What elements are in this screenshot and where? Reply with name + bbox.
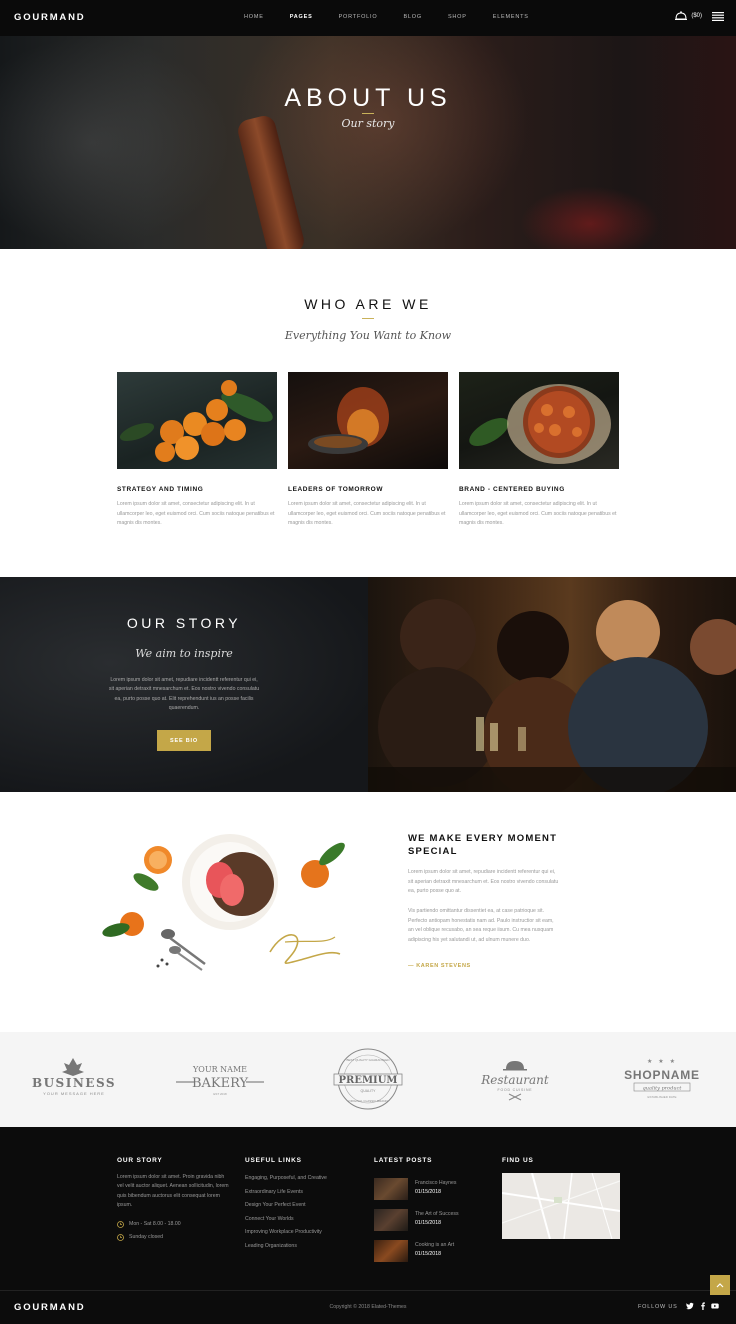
card-text-strategy: Lorem ipsum dolor sit amet, consectetur … [117,501,275,527]
footer-link[interactable]: Engaging, Purposeful, and Creative [245,1175,327,1181]
post-thumbnail[interactable] [374,1178,408,1200]
footer-closed: Sunday closed [129,1234,164,1240]
shopname-logo-text: SHOPNAME [624,1068,700,1082]
clock-icon [117,1221,124,1228]
moment-paragraph-1: Lorem ipsum dolor sit amet, repudiare in… [408,869,559,895]
bakery-logo-subtext: EST 2018 [213,1092,227,1096]
page-subtitle: Our story [341,117,395,130]
youtube-icon[interactable] [711,1302,719,1310]
post-date: 01/15/2018 [415,1189,441,1195]
moment-paragraph-2: Vis partiendo omittantur dissentiet ea, … [408,908,554,943]
premium-ring-bottom: ORIGINAL CLASSIC BRAND [348,1099,388,1103]
nav-portfolio[interactable]: PORTFOLIO [339,14,378,20]
footer-link[interactable]: Extraordinary Life Events [245,1189,303,1195]
hero-cloth-shade [520,186,660,249]
post-thumbnail[interactable] [374,1209,408,1231]
top-nav: GOURMAND HOME PAGES PORTFOLIO BLOG SHOP … [0,0,736,36]
cloche-icon[interactable] [675,11,688,21]
business-logo-subtext: YOUR MESSAGE HERE [43,1091,105,1096]
premium-ring-top: BEST QUALITY GUARANTEED [346,1058,390,1062]
premium-logo-text: PREMIUM [339,1075,398,1086]
card-title-leaders: LEADERS OF TOMORROW [288,486,384,493]
footer-our-story-text: Lorem ipsum dolor sit amet. Proin gravid… [117,1174,229,1209]
who-title: WHO ARE WE [304,296,432,312]
premium-logo: BEST QUALITY GUARANTEED PREMIUM QUALITY … [333,1048,403,1110]
dinner-photo [368,577,736,792]
hero-banner [0,36,736,249]
shopname-logo-tag: ESTABLISHED DATE [647,1095,676,1099]
back-to-top-button[interactable] [710,1275,730,1295]
clock-icon [117,1234,124,1241]
who-divider [362,318,374,319]
story-title: OUR STORY [126,615,242,631]
copyright: Copyright © 2018 Elated-Themes [329,1304,407,1310]
post-date: 01/15/2018 [415,1220,441,1226]
flambe-image [288,372,448,469]
shopname-logo: ★ ★ ★ SHOPNAME quality product ESTABLISH… [624,1058,700,1099]
card-text-leaders: Lorem ipsum dolor sit amet, consectetur … [288,501,446,527]
story-script: We aim to inspire [135,647,233,660]
card-title-brand: BRAND - CENTERED BUYING [459,486,565,493]
food-illustration [102,834,345,971]
footer-link[interactable]: Connect Your Worlds [245,1216,294,1222]
moment-title-line1: WE MAKE EVERY MOMENT [408,833,558,844]
pizza-image [459,372,619,469]
page-title: ABOUT US [284,84,452,112]
post-title[interactable]: Cooking is an Art [415,1242,454,1248]
nav-pages[interactable]: PAGES [290,14,313,20]
premium-logo-subtext: QUALITY [361,1089,377,1093]
card-title-strategy: STRATEGY AND TIMING [117,486,204,493]
nav-elements[interactable]: ELEMENTS [493,14,529,20]
card-text-brand: Lorem ipsum dolor sit amet, consectetur … [459,501,617,527]
svg-text:★ ★ ★: ★ ★ ★ [647,1058,677,1065]
moment-title: WE MAKE EVERY MOMENT SPECIAL [408,832,557,858]
footer-useful-links-title: USEFUL LINKS [245,1157,302,1164]
nav-shop[interactable]: SHOP [448,14,467,20]
oranges-image [117,372,277,469]
business-logo-text: BUSINESS [32,1076,116,1090]
business-logo: BUSINESS YOUR MESSAGE HERE [32,1058,116,1096]
footer-our-story-title: OUR STORY [117,1157,163,1164]
story-text: Lorem ipsum dolor sit amet, repudiare in… [108,677,260,712]
twitter-icon[interactable] [686,1302,694,1310]
post-thumbnail[interactable] [374,1240,408,1262]
location-map[interactable] [502,1173,620,1239]
restaurant-logo-text: Restaurant [480,1073,549,1087]
facebook-icon[interactable] [699,1302,707,1310]
hero-machine-shade [0,36,230,249]
footer-latest-posts-title: LATEST POSTS [374,1157,433,1164]
footer-find-us-title: FIND US [502,1157,534,1164]
restaurant-logo: Restaurant FOOD CUISINE [480,1061,549,1101]
follow-us-label: FOLLOW US [638,1304,678,1310]
restaurant-logo-subtext: FOOD CUISINE [498,1088,533,1092]
post-date: 01/15/2018 [415,1251,441,1257]
nav-actions: ($0) [675,11,724,21]
footer-link[interactable]: Design Your Perfect Event [245,1202,306,1208]
post-title[interactable]: The Art of Success [415,1211,459,1217]
nav-home[interactable]: HOME [244,14,264,20]
partner-logos: BUSINESS YOUR MESSAGE HERE YOUR NAME BAK… [0,1032,736,1127]
chevron-up-icon [716,1283,724,1288]
bakery-logo: YOUR NAME BAKERY EST 2018 [176,1065,264,1096]
see-bio-button[interactable]: SEE BIO [157,730,211,751]
bakery-logo-top: YOUR NAME [192,1065,247,1074]
shopname-logo-subtext: quality product [643,1086,683,1092]
main-menu: HOME PAGES PORTFOLIO BLOG SHOP ELEMENTS [244,14,555,20]
bakery-logo-text: BAKERY [192,1076,249,1091]
footer-hours: Mon - Sat 8.00 - 18.00 [129,1221,181,1227]
footer-link[interactable]: Improving Workplace Productivity [245,1229,322,1235]
moment-author: — KAREN STEVENS [408,963,471,969]
moment-title-line2: SPECIAL [408,846,458,857]
nav-blog[interactable]: BLOG [403,14,421,20]
hamburger-menu-icon[interactable] [712,11,724,21]
title-divider [362,113,374,114]
site-logo[interactable]: GOURMAND [14,12,85,23]
cart-count[interactable]: ($0) [691,13,702,19]
who-script: Everything You Want to Know [284,329,452,342]
post-title[interactable]: Francisco Haynes [415,1180,457,1186]
footer-link[interactable]: Leading Organizations [245,1243,297,1249]
